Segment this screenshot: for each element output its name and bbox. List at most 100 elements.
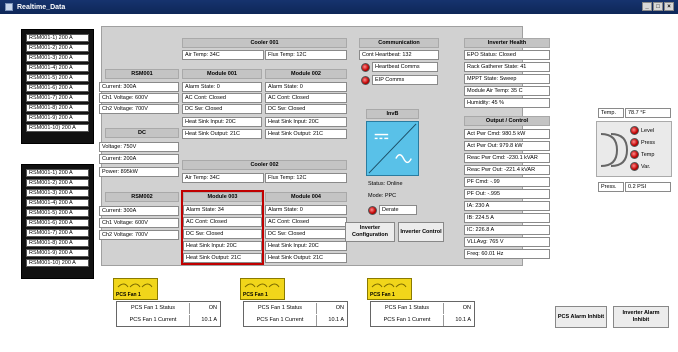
rsm-list-item: RSM001-10) 200 A bbox=[26, 124, 89, 132]
invb-mode: Mode: PPC bbox=[368, 193, 397, 199]
eip-comms-label: EIP Comms bbox=[372, 75, 438, 85]
sensor-led-icon bbox=[630, 126, 639, 135]
sensor-led-icon bbox=[630, 138, 639, 147]
output-control-row: Reac Pwr Out: -221.4 kVAR bbox=[464, 165, 550, 175]
cooler002-title: Cooler 002 bbox=[182, 160, 347, 170]
inverter-dc-ac-icon bbox=[366, 121, 419, 176]
maximize-button[interactable]: □ bbox=[653, 2, 663, 11]
press-value: 0.2 PSI bbox=[625, 182, 671, 192]
pcs-fan-current-label: PCS Fan 1 Current bbox=[244, 315, 317, 326]
rsm-list-item: RSM001-5) 200 A bbox=[26, 209, 89, 217]
sensor-indicator-row: Temp bbox=[630, 150, 655, 159]
sensor-indicator-label: Level bbox=[641, 127, 655, 134]
output-control-row: Act Pwr Cmd: 980.5 kW bbox=[464, 129, 550, 139]
module002-title: Module 002 bbox=[265, 69, 347, 79]
module002-alarm-state: Alarm State: 0 bbox=[265, 82, 347, 92]
pcs-fan-table: PCS Fan 1 Status ON PCS Fan 1 Current 10.1 … bbox=[243, 301, 348, 327]
pcs-fan-status-label: PCS Fan 1 Status bbox=[117, 303, 190, 314]
pcs-fan-icon: PCS Fan 1 bbox=[113, 278, 158, 300]
fan-wind-icon bbox=[244, 283, 280, 288]
close-button[interactable]: × bbox=[664, 2, 674, 11]
derate-led-icon bbox=[368, 205, 377, 215]
output-control-row: VLLAvg: 765 V bbox=[464, 237, 550, 247]
minimize-button[interactable]: _ bbox=[642, 2, 652, 11]
output-control-row: IA: 230 A bbox=[464, 201, 550, 211]
temp-value: 78.7 °F bbox=[625, 108, 671, 118]
pcs-fan-current-label: PCS Fan 1 Current bbox=[117, 315, 190, 326]
cooler001-air-temp: Air Temp: 34C bbox=[182, 50, 264, 60]
cooler002-air-temp: Air Temp: 34C bbox=[182, 173, 264, 183]
module004-heat-sink-input: Heat Sink Input: 20C bbox=[265, 241, 347, 251]
sensor-led-icon bbox=[630, 162, 639, 171]
module004-alarm-state: Alarm State: 0 bbox=[265, 205, 347, 215]
heartbeat-comms-row: Heartbeat Comms bbox=[361, 62, 438, 72]
module002-heat-sink-output: Heat Sink Output: 21C bbox=[265, 129, 347, 139]
rsm-list-item: RSM001-6) 200 A bbox=[26, 84, 89, 92]
module003-heat-sink-output: Heat Sink Output: 21C bbox=[183, 253, 262, 263]
output-control-row: Freq: 60.01 Hz bbox=[464, 249, 550, 259]
sensor-indicator-label: Press bbox=[641, 139, 656, 146]
dc-title: DC bbox=[105, 128, 179, 138]
cooler001-flux-temp: Flux Temp: 12C bbox=[265, 50, 347, 60]
window-title: Realtime_Data bbox=[17, 3, 66, 11]
heartbeat-comms-led-icon bbox=[361, 62, 370, 72]
pcs-fan-table: PCS Fan 1 Status ON PCS Fan 1 Current 10.1 … bbox=[116, 301, 221, 327]
output-control-row: IB: 224.5 A bbox=[464, 213, 550, 223]
module001-dc-sw: DC Sw: Closed bbox=[182, 104, 262, 114]
rsm-list-item: RSM001-9) 200 A bbox=[26, 249, 89, 257]
pcs-fan-status-value: ON bbox=[208, 305, 217, 311]
rsm-list-item: RSM001-3) 200 A bbox=[26, 54, 89, 62]
rack-gatherer-state: Rack Gatherer State: 41 bbox=[464, 62, 550, 72]
output-control-row: Reac Pwr Cmd: -230.1 kVAR bbox=[464, 153, 550, 163]
module003-heat-sink-input: Heat Sink Input: 20C bbox=[183, 241, 262, 251]
rsm-list-item: RSM001-8) 200 A bbox=[26, 239, 89, 247]
module004-heat-sink-output: Heat Sink Output: 21C bbox=[265, 253, 347, 263]
module-air-temp: Module Air Temp: 35 C bbox=[464, 86, 550, 96]
sensor-indicator-row: Press bbox=[630, 138, 655, 147]
pcs-fan-label: PCS Fan 1 bbox=[370, 292, 395, 298]
pcs-fan-icon: PCS Fan 1 bbox=[367, 278, 412, 300]
module003-alarm-state: Alarm State: 34 bbox=[183, 205, 262, 215]
derate-row: Derate bbox=[368, 205, 417, 215]
pcs-fan-label: PCS Fan 1 bbox=[243, 292, 268, 298]
module003-ac-cont: AC Cont: Closed bbox=[183, 217, 262, 227]
fan-wind-icon bbox=[371, 283, 407, 288]
pcs-alarm-inhibit-button[interactable]: PCS Alarm Inhibit bbox=[555, 306, 607, 328]
rsm-list-item: RSM001-4) 200 A bbox=[26, 199, 89, 207]
pcs-fan-status-row: PCS Fan 1 Status ON bbox=[117, 303, 220, 314]
rsm-list-item: RSM001-10) 200 A bbox=[26, 259, 89, 267]
rsm002-ch2-voltage: Ch2 Voltage: 700V bbox=[99, 230, 179, 240]
eip-comms-row: EIP Comms bbox=[361, 75, 438, 85]
rsm-list-item: RSM001-7) 200 A bbox=[26, 94, 89, 102]
module001-ac-cont: AC Cont: Closed bbox=[182, 93, 262, 103]
pcs-fan-icon: PCS Fan 1 bbox=[240, 278, 285, 300]
sensor-indicator-row: Level bbox=[630, 126, 655, 135]
epo-status: EPO Status: Closed bbox=[464, 50, 550, 60]
dc-current: Current: 200A bbox=[99, 154, 179, 164]
heartbeat-comms-label: Heartbeat Comms bbox=[372, 62, 438, 72]
pcs-fan-status-label: PCS Fan 1 Status bbox=[371, 303, 444, 314]
mppt-state: MPPT State: Sweep bbox=[464, 74, 550, 84]
inverter-alarm-inhibit-button[interactable]: Inverter Alarm Inhibit bbox=[613, 306, 669, 328]
module003-dc-sw: DC Sw: Closed bbox=[183, 229, 262, 239]
cooler001-title: Cooler 001 bbox=[182, 38, 347, 48]
output-control-row: Act Pwr Out: 979.8 kW bbox=[464, 141, 550, 151]
fan-wind-icon bbox=[117, 283, 153, 288]
module004-dc-sw: DC Sw: Closed bbox=[265, 229, 347, 239]
rsm-list-item: RSM001-6) 200 A bbox=[26, 219, 89, 227]
controller-heartbeat: Cont Heartbeat: 132 bbox=[359, 50, 439, 60]
app-icon bbox=[5, 3, 13, 11]
output-control-row: PF Out: -.995 bbox=[464, 189, 550, 199]
module001-alarm-state: Alarm State: 0 bbox=[182, 82, 262, 92]
rsm002-current: Current: 300A bbox=[99, 206, 179, 216]
module004-ac-cont: AC Cont: Closed bbox=[265, 217, 347, 227]
rsm-list-item: RSM001-4) 200 A bbox=[26, 64, 89, 72]
rsm-list-item: RSM001-7) 200 A bbox=[26, 229, 89, 237]
rsm-list-item: RSM001-9) 200 A bbox=[26, 114, 89, 122]
inverter-configuration-button[interactable]: Inverter Configuration bbox=[345, 222, 395, 242]
rsm-list-item: RSM001-2) 200 A bbox=[26, 44, 89, 52]
rsm001-title: RSM001 bbox=[105, 69, 179, 79]
eip-comms-led-icon bbox=[361, 75, 370, 85]
pcs-fan-label: PCS Fan 1 bbox=[116, 292, 141, 298]
inverter-control-button[interactable]: Inverter Control bbox=[398, 222, 444, 242]
